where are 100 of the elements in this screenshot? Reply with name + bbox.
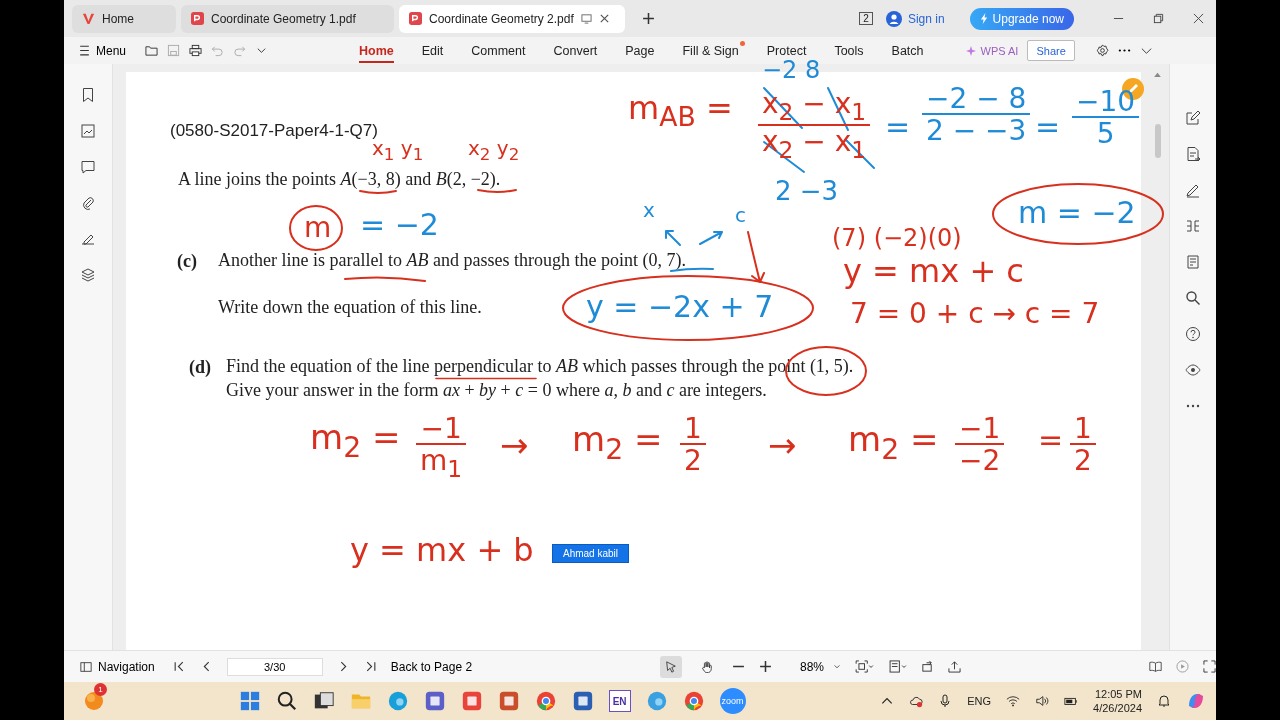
app-logo-icon [82, 12, 95, 25]
ribbon-tab[interactable]: Convert [539, 37, 612, 64]
lightning-icon [979, 13, 989, 24]
handwritten-note: 2 −3 [775, 176, 839, 206]
ribbon-tab[interactable]: Edit [407, 37, 458, 64]
wifi-icon[interactable] [1006, 694, 1021, 708]
chrome-icon[interactable] [534, 690, 557, 712]
new-tab-icon[interactable] [642, 12, 655, 25]
handwritten-note: → [768, 425, 797, 465]
page-number-field[interactable]: 3/30 [226, 657, 323, 676]
ribbon-tab[interactable]: Tools [820, 37, 878, 64]
menu-button[interactable]: Menu [78, 43, 127, 58]
upgrade-button[interactable]: Upgrade now [969, 7, 1074, 30]
handwritten-note: y = −2x + 7 [586, 289, 774, 324]
rotate-icon[interactable] [921, 660, 934, 673]
bookmark-icon[interactable] [80, 87, 96, 103]
export-document-icon[interactable] [1185, 146, 1201, 162]
handwritten-note: y = mx + c [843, 252, 1024, 290]
question-code: (0580-S2017-Paper4-1-Q7) [170, 121, 378, 141]
question-text: Write down the equation of this line. [218, 296, 482, 318]
underline-mark [477, 189, 517, 193]
help-icon[interactable] [1185, 326, 1201, 342]
cloud-icon[interactable] [909, 694, 924, 708]
pen-icon[interactable] [1185, 182, 1201, 198]
edit-icon[interactable] [1185, 110, 1201, 126]
close-icon[interactable] [598, 13, 610, 24]
ribbon-tab[interactable]: Home [345, 37, 408, 64]
keyboard-app-icon[interactable]: EN [608, 690, 631, 712]
speaker-icon[interactable] [1035, 694, 1050, 708]
navigation-button[interactable]: Navigation [80, 659, 155, 674]
page-view-icon[interactable] [888, 660, 907, 673]
paperclip-icon[interactable] [80, 195, 96, 211]
zoom-dropdown[interactable]: 88% [785, 659, 841, 674]
handwritten-fraction: −1 m$_{1}$ [416, 415, 467, 481]
back-link[interactable]: Back to Page 2 [390, 659, 473, 674]
fit-page-icon[interactable] [855, 660, 874, 673]
underline-mark [359, 190, 397, 194]
close-icon[interactable] [1193, 13, 1204, 24]
ribbon-tab[interactable]: Batch [877, 37, 938, 64]
restore-icon[interactable] [1153, 13, 1164, 24]
handwritten-note: 7 = 0 + c → c = 7 [850, 297, 1100, 330]
name-label: Ahmad kabil [552, 544, 630, 563]
upload-icon[interactable] [948, 660, 961, 673]
document-tab[interactable]: Coordinate Geometry 2.pdf [399, 4, 625, 33]
handwritten-note: m$_{AB}$ = [628, 89, 733, 127]
sign-in-button[interactable]: Sign in [885, 10, 945, 27]
monitor-icon[interactable] [580, 13, 592, 24]
pdf-icon [409, 12, 422, 25]
window-count[interactable]: 2 [859, 12, 873, 25]
fullscreen-icon[interactable] [1203, 660, 1216, 673]
document-tab[interactable]: Coordinate Geometry 1.pdf [181, 4, 394, 33]
microphone-icon[interactable] [938, 694, 953, 708]
part-label: (d) [189, 356, 212, 379]
menu-icon [78, 44, 91, 57]
arrow-mark [665, 230, 681, 246]
arrow-mark [699, 231, 723, 245]
search-icon[interactable] [275, 690, 298, 712]
compare-icon[interactable] [1185, 218, 1201, 234]
part-label: (c) [177, 250, 198, 272]
image-icon[interactable] [80, 123, 96, 139]
chrome-icon[interactable] [682, 690, 705, 712]
eye-icon[interactable] [1185, 362, 1201, 378]
handwritten-note: = [1038, 422, 1064, 457]
ribbon-tab[interactable]: Fill & Sign [668, 37, 753, 64]
search-icon[interactable] [1185, 290, 1201, 306]
layers-icon[interactable] [80, 267, 96, 283]
settings-icon[interactable] [1095, 44, 1109, 57]
ai-button[interactable]: WPS AI [964, 44, 1019, 57]
clock-date: 4/26/2024 [1093, 701, 1142, 715]
arrow-mark [747, 231, 765, 283]
hand-icon [700, 660, 713, 673]
ribbon-tab[interactable]: Page [611, 37, 669, 64]
scrollbar-thumb[interactable] [1155, 124, 1161, 158]
folder-icon[interactable] [145, 44, 159, 57]
clock[interactable]: 12:05 PM 4/26/2024 [1093, 687, 1142, 715]
document-tab[interactable]: Home [72, 4, 176, 33]
user-icon [885, 10, 902, 27]
language-indicator[interactable]: ENG [967, 695, 992, 707]
zoom-in-icon[interactable] [758, 660, 772, 673]
handwritten-note: x [643, 198, 655, 222]
question-text: A line joins the points A(−3, 8) and B(2, −2). [178, 168, 501, 190]
handwritten-note: → [500, 425, 529, 465]
share-button[interactable]: Share [1027, 40, 1075, 61]
book-icon[interactable] [1149, 660, 1162, 673]
select-tool-button[interactable] [659, 655, 682, 678]
handwritten-note: −2 8 [762, 56, 821, 84]
ribbon-tab[interactable]: Comment [457, 37, 540, 64]
first-page-icon[interactable] [172, 660, 186, 673]
bell-icon[interactable] [1157, 694, 1171, 708]
handwritten-note: = −2 [360, 207, 439, 242]
panel-icon [80, 660, 92, 673]
scroll-up-icon[interactable] [1154, 72, 1161, 77]
handwritten-note: m = −2 [1018, 195, 1136, 230]
handwritten-fraction: −1 −2 [955, 415, 1005, 475]
comment-icon[interactable] [80, 159, 96, 175]
start-icon[interactable] [238, 690, 261, 712]
handwritten-note: m [304, 211, 332, 244]
handwritten-note: y = mx + b [350, 531, 534, 569]
print-icon[interactable] [189, 44, 203, 57]
handwritten-fraction: −10 5 [1072, 88, 1140, 148]
